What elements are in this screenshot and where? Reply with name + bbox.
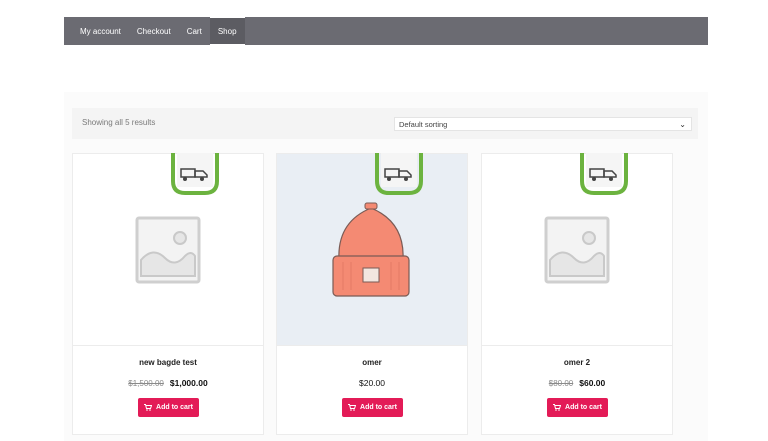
product-old-price: $80.00 <box>548 379 574 388</box>
product-price: $20.00 <box>277 378 467 388</box>
product-price: $1,500.00 $1,000.00 <box>73 378 263 388</box>
sorting-select-value: Default sorting <box>399 119 448 129</box>
product-sale-price: $60.00 <box>579 378 606 388</box>
add-to-cart-button[interactable]: Add to cart <box>138 398 199 417</box>
add-to-cart-label: Add to cart <box>565 404 602 411</box>
product-title[interactable]: omer 2 <box>482 358 672 367</box>
product-title[interactable]: omer <box>277 358 467 367</box>
product-old-price: $1,500.00 <box>128 379 164 388</box>
product-image[interactable] <box>277 154 467 346</box>
add-to-cart-button[interactable]: Add to cart <box>342 398 403 417</box>
nav-item-checkout[interactable]: Checkout <box>129 17 179 45</box>
chevron-down-icon: ⌄ <box>679 120 686 129</box>
cart-icon <box>553 404 562 411</box>
product-sale-price: $1,000.00 <box>169 378 208 388</box>
cart-icon <box>144 404 153 411</box>
nav-item-my-account[interactable]: My account <box>72 17 129 45</box>
add-to-cart-button[interactable]: Add to cart <box>547 398 608 417</box>
delivery-truck-badge-icon <box>171 153 219 195</box>
product-image[interactable] <box>73 154 263 346</box>
product-price: $80.00 $60.00 <box>482 378 672 388</box>
placeholder-image-icon <box>135 216 201 284</box>
placeholder-image-icon <box>544 216 610 284</box>
product-card[interactable]: omer 2 $80.00 $60.00 Add to cart <box>481 153 673 435</box>
nav-item-shop[interactable]: Shop <box>209 17 245 45</box>
product-card[interactable]: omer $20.00 Add to cart <box>276 153 468 435</box>
beanie-hat-image <box>332 202 410 297</box>
product-image[interactable] <box>482 154 672 346</box>
delivery-truck-badge-icon <box>375 153 423 195</box>
delivery-truck-badge-icon <box>580 153 628 195</box>
add-to-cart-label: Add to cart <box>156 404 193 411</box>
product-regular-price: $20.00 <box>359 378 385 388</box>
product-title[interactable]: new bagde test <box>73 358 263 367</box>
sorting-select[interactable]: Default sorting ⌄ <box>394 117 692 131</box>
cart-icon <box>348 404 357 411</box>
add-to-cart-label: Add to cart <box>360 404 397 411</box>
result-count: Showing all 5 results <box>82 118 156 127</box>
product-card[interactable]: new bagde test $1,500.00 $1,000.00 Add to… <box>72 153 264 435</box>
nav-item-cart[interactable]: Cart <box>179 17 210 45</box>
main-navigation: My account Checkout Cart Shop <box>64 17 708 45</box>
